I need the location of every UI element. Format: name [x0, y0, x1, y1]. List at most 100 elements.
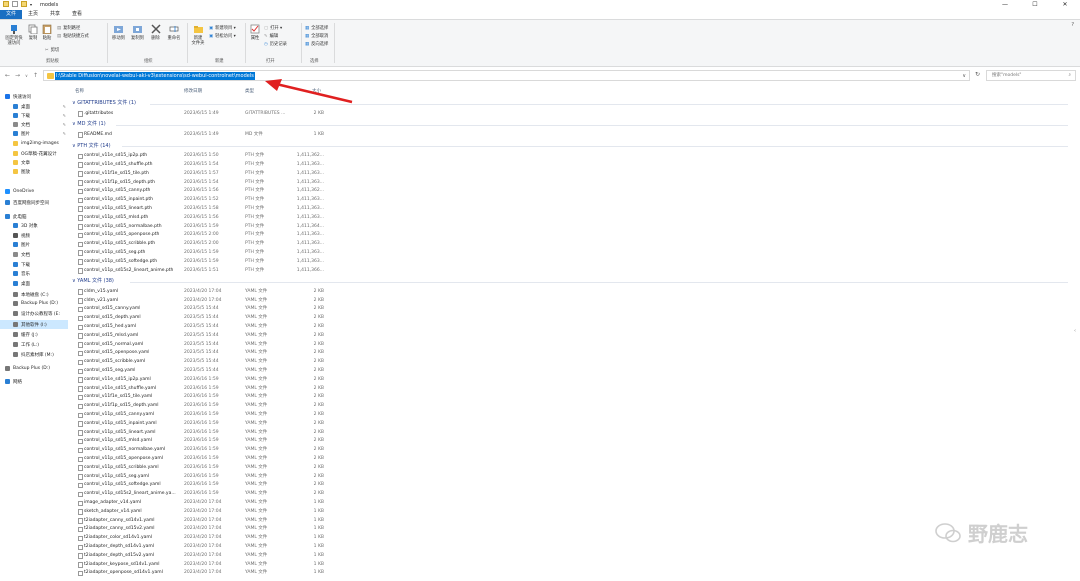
file-row[interactable]: control_v11p_sd15_softedge.yaml 2023/6/16…	[68, 481, 1068, 490]
file-row[interactable]: control_v11f1p_sd15_depth.pth 2023/6/15 1…	[68, 179, 1068, 188]
sidebar-item[interactable]: 设计办公教程等 (E:	[0, 309, 68, 318]
file-row[interactable]: README.md 2023/6/15 1:49 MD 文件 1 KB	[68, 131, 1068, 140]
file-row[interactable]: control_sd15_normal.yaml 2023/5/5 15:44 YA…	[68, 341, 1068, 350]
file-row[interactable]: control_v11p_sd15_scribble.pth 2023/6/15 …	[68, 240, 1068, 249]
pin-icon[interactable]: ✎	[63, 131, 66, 136]
column-name[interactable]: 名称	[75, 88, 84, 94]
file-row[interactable]: control_v11p_sd15_seg.yaml 2023/6/16 1:59…	[68, 473, 1068, 482]
file-row[interactable]: t2iadapter_color_sd14v1.yaml 2023/4/20 17…	[68, 534, 1068, 543]
file-row[interactable]: .gitattributes 2023/6/15 1:49 GITATTRIBUTE…	[68, 110, 1068, 119]
select-all-button[interactable]: ▦ 全部选择	[305, 25, 328, 32]
up-icon[interactable]: ↑	[33, 72, 38, 79]
easy-access-button[interactable]: ▣ 轻松访问 ▾	[209, 33, 236, 40]
select-none-button[interactable]: ▦ 全部取消	[305, 33, 328, 40]
file-row[interactable]: control_v11p_sd15_normalbae.pth 2023/6/15…	[68, 223, 1068, 232]
file-row[interactable]: control_v11p_sd15_seg.pth 2023/6/15 1:59 P…	[68, 249, 1068, 258]
pin-icon[interactable]: ✎	[63, 113, 66, 118]
group-header[interactable]: ∨ YAML 文件 (38)	[72, 277, 114, 286]
sidebar-item[interactable]: 工作 (L:)	[0, 340, 68, 349]
scroll-indicator-icon[interactable]: ‹	[1074, 328, 1078, 334]
file-row[interactable]: control_v11p_sd15_canny.pth 2023/6/15 1:5…	[68, 187, 1068, 196]
address-dropdown-icon[interactable]: ∨	[962, 73, 966, 79]
sidebar-item[interactable]: 图片 ✎	[0, 129, 68, 138]
file-row[interactable]: control_sd15_hed.yaml 2023/5/5 15:44 YAML …	[68, 323, 1068, 332]
sidebar-item[interactable]: 图片	[0, 240, 68, 249]
file-row[interactable]: control_v11p_sd15s2_lineart_anime.ya... 2…	[68, 490, 1068, 499]
properties-icon[interactable]	[12, 1, 18, 7]
maximize-button[interactable]: ☐	[1020, 0, 1050, 10]
file-row[interactable]: t2iadapter_canny_sd15v2.yaml 2023/4/20 17…	[68, 525, 1068, 534]
group-header[interactable]: ∨ MD 文件 (1)	[72, 120, 106, 129]
sidebar-item[interactable]: 本地磁盘 (C:)	[0, 290, 68, 299]
paste-shortcut-button[interactable]: ▤ 粘贴快捷方式	[57, 33, 89, 40]
delete-button[interactable]: 删除	[149, 24, 162, 41]
file-row[interactable]: control_v11p_sd15_softedge.pth 2023/6/15 …	[68, 258, 1068, 267]
sidebar-item[interactable]: 快速访问	[0, 92, 68, 101]
file-row[interactable]: image_adapter_v14.yaml 2023/4/20 17:04 YAM…	[68, 499, 1068, 508]
sidebar-item[interactable]: 文章	[0, 158, 68, 167]
sidebar-item[interactable]: 图放	[0, 167, 68, 176]
file-row[interactable]: control_v11p_sd15_mlsd.pth 2023/6/15 1:56…	[68, 214, 1068, 223]
file-row[interactable]: control_v11p_sd15_lineart.pth 2023/6/15 1…	[68, 205, 1068, 214]
tab-home[interactable]: 主页	[22, 10, 44, 19]
group-header[interactable]: ∨ GITATTRIBUTES 文件 (1)	[72, 99, 136, 108]
file-row[interactable]: cldm_v15.yaml 2023/4/20 17:04 YAML 文件 2 KB	[68, 288, 1068, 297]
sidebar-item[interactable]: OG草稿-花翼设计	[0, 149, 68, 158]
file-row[interactable]: t2iadapter_openpose_sd14v1.yaml 2023/4/20…	[68, 569, 1068, 578]
sidebar-item[interactable]: 下载	[0, 260, 68, 269]
tab-share[interactable]: 共享	[44, 10, 66, 19]
file-row[interactable]: control_v11p_sd15_lineart.yaml 2023/6/16 …	[68, 429, 1068, 438]
group-header[interactable]: ∨ PTH 文件 (14)	[72, 142, 111, 151]
minimize-button[interactable]: —	[990, 0, 1020, 10]
copy-button[interactable]: 复制	[27, 24, 39, 41]
refresh-icon[interactable]: ↻	[975, 71, 980, 78]
search-input[interactable]: 搜索"models" ⌕	[986, 70, 1076, 81]
file-row[interactable]: sketch_adapter_v14.yaml 2023/4/20 17:04 YA…	[68, 508, 1068, 517]
address-path[interactable]: I:\Stable Diffusion\novelai-webui-aki-v3…	[55, 72, 255, 80]
column-date[interactable]: 修改日期	[184, 88, 202, 94]
customize-qat-icon[interactable]: ▾	[30, 2, 32, 7]
file-row[interactable]: control_sd15_mlsd.yaml 2023/5/5 15:44 YAML…	[68, 332, 1068, 341]
sidebar-item[interactable]: 桌面	[0, 279, 68, 288]
file-row[interactable]: t2iadapter_depth_sd14v1.yaml 2023/4/20 17…	[68, 543, 1068, 552]
sidebar-item[interactable]: 下载 ✎	[0, 111, 68, 120]
paste-button[interactable]: 粘贴	[41, 24, 53, 41]
vertical-scrollbar[interactable]: ‹	[1072, 88, 1080, 581]
column-type[interactable]: 类型	[245, 88, 254, 94]
sidebar-item[interactable]: 网络	[0, 377, 68, 386]
file-row[interactable]: control_sd15_seg.yaml 2023/5/5 15:44 YAML …	[68, 367, 1068, 376]
file-row[interactable]: control_v11p_sd15_scribble.yaml 2023/6/16…	[68, 464, 1068, 473]
new-folder-button[interactable]: 新建 文件夹	[190, 24, 206, 46]
sidebar-item[interactable]: 桌面 ✎	[0, 102, 68, 111]
file-row[interactable]: control_v11p_sd15_inpaint.pth 2023/6/15 1…	[68, 196, 1068, 205]
file-row[interactable]: control_v11e_sd15_ip2p.pth 2023/6/15 1:50…	[68, 152, 1068, 161]
file-row[interactable]: control_v11f1p_sd15_depth.yaml 2023/6/16 …	[68, 402, 1068, 411]
file-row[interactable]: cldm_v21.yaml 2023/4/20 17:04 YAML 文件 2 KB	[68, 297, 1068, 306]
file-row[interactable]: control_v11p_sd15_canny.yaml 2023/6/16 1:…	[68, 411, 1068, 420]
back-icon[interactable]: ←	[5, 72, 10, 79]
file-row[interactable]: control_v11p_sd15_mlsd.yaml 2023/6/16 1:5…	[68, 437, 1068, 446]
sidebar-item[interactable]: 抖店素材库 (M:)	[0, 350, 68, 359]
file-row[interactable]: control_sd15_scribble.yaml 2023/5/5 15:44…	[68, 358, 1068, 367]
file-row[interactable]: t2iadapter_keypose_sd14v1.yaml 2023/4/20 …	[68, 561, 1068, 570]
sidebar-item[interactable]: OneDrive	[0, 187, 68, 196]
file-row[interactable]: control_v11e_sd15_shuffle.yaml 2023/6/16 …	[68, 385, 1068, 394]
copy-path-button[interactable]: ▤ 复制路径	[57, 25, 80, 32]
file-row[interactable]: control_sd15_openpose.yaml 2023/5/5 15:44…	[68, 349, 1068, 358]
file-row[interactable]: control_v11p_sd15_normalbae.yaml 2023/6/1…	[68, 446, 1068, 455]
close-button[interactable]: ✕	[1050, 0, 1080, 10]
file-row[interactable]: control_v11e_sd15_ip2p.yaml 2023/6/16 1:5…	[68, 376, 1068, 385]
sidebar-item[interactable]: 文档 ✎	[0, 120, 68, 129]
open-menu-button[interactable]: ▢ 打开 ▾	[264, 25, 282, 32]
invert-selection-button[interactable]: ▦ 反向选择	[305, 41, 328, 48]
file-row[interactable]: control_v11p_sd15s2_lineart_anime.pth 202…	[68, 267, 1068, 276]
sidebar-item[interactable]: 文档	[0, 250, 68, 259]
file-row[interactable]: control_v11p_sd15_openpose.pth 2023/6/15 …	[68, 231, 1068, 240]
recent-dropdown-icon[interactable]: ∨	[25, 73, 28, 78]
tab-file[interactable]: 文件	[0, 10, 23, 19]
sidebar-item[interactable]: 缓存 (J:)	[0, 330, 68, 339]
file-row[interactable]: control_v11e_sd15_shuffle.pth 2023/6/15 1…	[68, 161, 1068, 170]
properties-button[interactable]: 属性	[248, 24, 262, 41]
file-row[interactable]: control_sd15_depth.yaml 2023/5/5 15:44 YAM…	[68, 314, 1068, 323]
sidebar-item[interactable]: 视频	[0, 231, 68, 240]
